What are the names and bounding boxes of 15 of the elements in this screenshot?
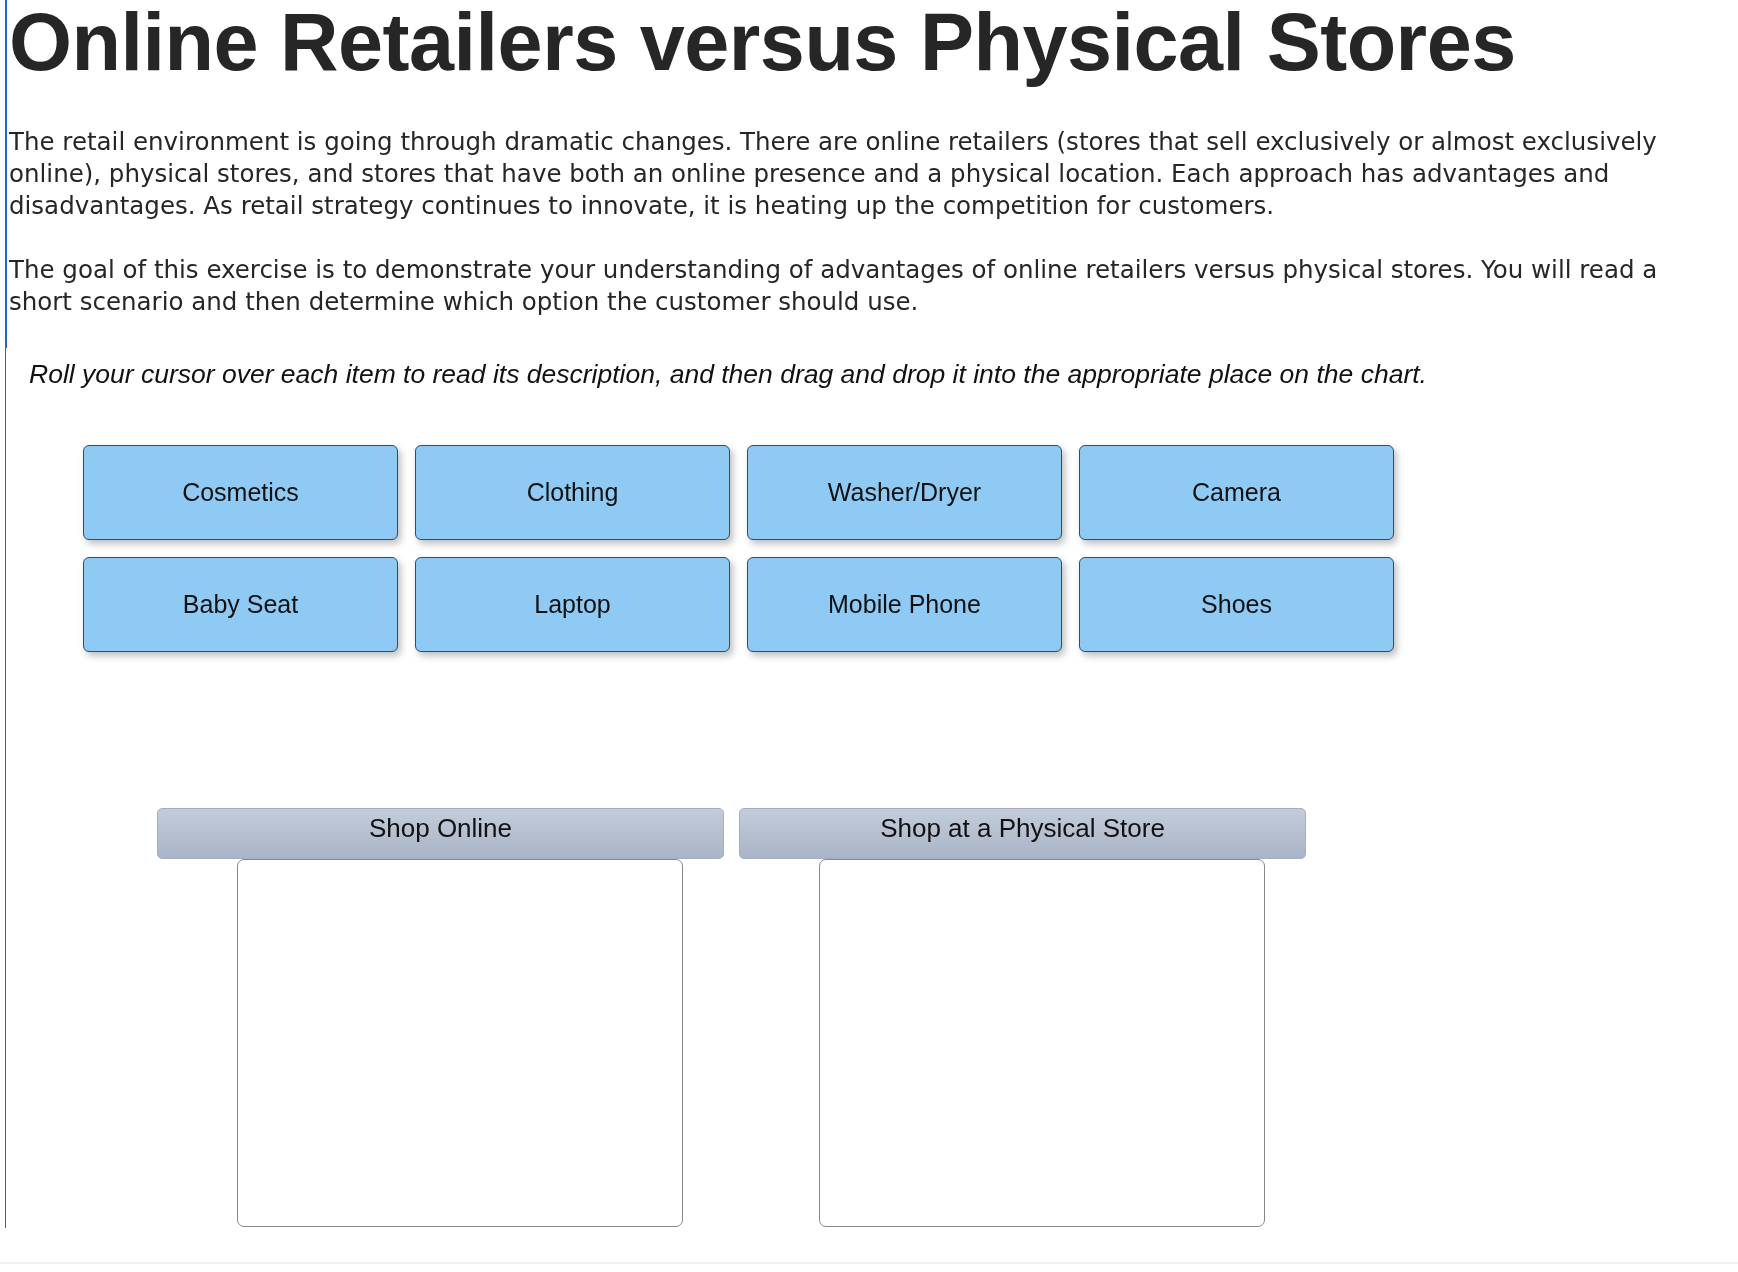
drop-zone[interactable] (819, 859, 1265, 1227)
draggable-item[interactable]: Washer/Dryer (747, 445, 1062, 540)
draggable-item[interactable]: Laptop (415, 557, 730, 652)
draggable-item[interactable]: Baby Seat (83, 557, 398, 652)
intro-paragraph: The retail environment is going through dramatic changes. There are online retailers (stores that sell exclusively or almost exclusively online), physical stores, and stores that have both an online presence and a physical location. Each approach has advantages and disadvantages. As retail strategy continues to innovate, it is heating up the competition for customers. (9, 126, 1658, 222)
draggable-item[interactable]: Mobile Phone (747, 557, 1062, 652)
draggable-item[interactable]: Cosmetics (83, 445, 398, 540)
instruction-text: Roll your cursor over each item to read its description, and then drag and drop it into the appropriate place on the chart. (28, 359, 1427, 389)
drop-zone[interactable] (237, 859, 683, 1227)
category-header: Shop Online (157, 808, 724, 859)
draggable-item[interactable]: Camera (1079, 445, 1394, 540)
draggable-item[interactable]: Shoes (1079, 557, 1394, 652)
intro-paragraph: The goal of this exercise is to demonstrate your understanding of advantages of online retailers versus physical stores. You will read a short scenario and then determine which option the customer should use. (9, 254, 1659, 318)
draggable-item[interactable]: Clothing (415, 445, 730, 540)
category-header: Shop at a Physical Store (739, 808, 1306, 859)
